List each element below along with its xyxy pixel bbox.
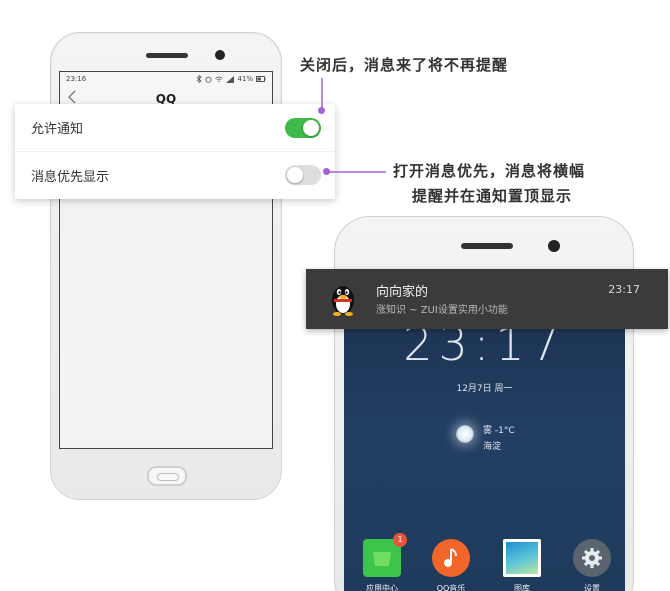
annotation-allow-notifications: 关闭后，消息来了将不再提醒 bbox=[300, 56, 509, 74]
dock-item-qq-music[interactable]: QQ音乐 bbox=[421, 539, 481, 591]
qq-notification-banner[interactable]: 向向家的 涨知识 ~ ZUI设置实用小功能 23:17 bbox=[306, 269, 668, 329]
annotation-priority-line1: 打开消息优先，消息将横幅 bbox=[393, 162, 586, 180]
front-camera bbox=[548, 240, 560, 252]
dock-item-app-center[interactable]: 1 应用中心 bbox=[352, 533, 412, 591]
dock-label: 设置 bbox=[584, 584, 600, 591]
allow-notifications-toggle[interactable] bbox=[285, 117, 321, 138]
qq-music-icon bbox=[432, 539, 470, 577]
weather-temperature: 雾 -1°C bbox=[483, 426, 515, 436]
lock-screen: 23:17 12月7日 周一 雾 -1°C 海淀 1 应用中心 QQ音乐 图库 … bbox=[344, 307, 625, 591]
dock-label: QQ音乐 bbox=[436, 584, 466, 591]
dock-item-gallery[interactable]: 图库 bbox=[492, 539, 552, 591]
phone-speaker bbox=[461, 243, 513, 249]
wifi-icon bbox=[215, 76, 224, 82]
status-icons: 41% bbox=[196, 75, 266, 83]
dock-label: 应用中心 bbox=[366, 584, 398, 591]
gallery-icon bbox=[503, 539, 541, 577]
bluetooth-icon bbox=[197, 75, 203, 83]
annotation-priority-line2: 提醒并在通知置顶显示 bbox=[412, 187, 573, 205]
toggle-knob bbox=[303, 119, 319, 136]
qq-penguin-icon bbox=[328, 282, 358, 316]
annotation-dot bbox=[318, 107, 325, 114]
status-bar: 23:16 41% bbox=[60, 72, 272, 86]
annotation-dot bbox=[323, 168, 330, 175]
status-time: 23:16 bbox=[66, 75, 87, 83]
toggle-knob bbox=[287, 167, 303, 183]
lock-screen-date: 12月7日 周一 bbox=[456, 384, 513, 394]
notification-title: 向向家的 bbox=[376, 285, 429, 300]
left-phone: 23:16 41% QQ bbox=[50, 32, 282, 500]
notification-settings-card: 允许通知 消息优先显示 bbox=[15, 104, 335, 199]
setting-row-priority-display[interactable]: 消息优先显示 bbox=[15, 151, 335, 198]
notification-badge: 1 bbox=[393, 533, 407, 547]
home-button[interactable] bbox=[147, 466, 187, 486]
priority-display-label: 消息优先显示 bbox=[31, 169, 110, 185]
notification-time: 23:17 bbox=[608, 283, 640, 296]
alarm-icon bbox=[205, 76, 212, 83]
dock-item-settings[interactable]: 设置 bbox=[562, 539, 622, 591]
allow-notifications-label: 允许通知 bbox=[31, 122, 84, 137]
battery-icon bbox=[256, 76, 266, 82]
front-camera bbox=[215, 50, 225, 60]
weather-fog-icon bbox=[456, 425, 474, 443]
phone-speaker bbox=[146, 53, 188, 58]
app-dock: 1 应用中心 QQ音乐 图库 设置 bbox=[344, 533, 625, 591]
weather-location: 海淀 bbox=[483, 442, 502, 452]
battery-level: 41% bbox=[237, 75, 253, 83]
signal-icon bbox=[226, 75, 235, 83]
app-center-icon: 1 bbox=[363, 533, 407, 577]
dock-label: 图库 bbox=[514, 584, 530, 591]
setting-row-allow-notifications[interactable]: 允许通知 bbox=[15, 104, 335, 151]
settings-gear-icon bbox=[573, 539, 611, 577]
notification-body: 涨知识 ~ ZUI设置实用小功能 bbox=[376, 305, 508, 316]
priority-display-toggle[interactable] bbox=[285, 165, 321, 185]
